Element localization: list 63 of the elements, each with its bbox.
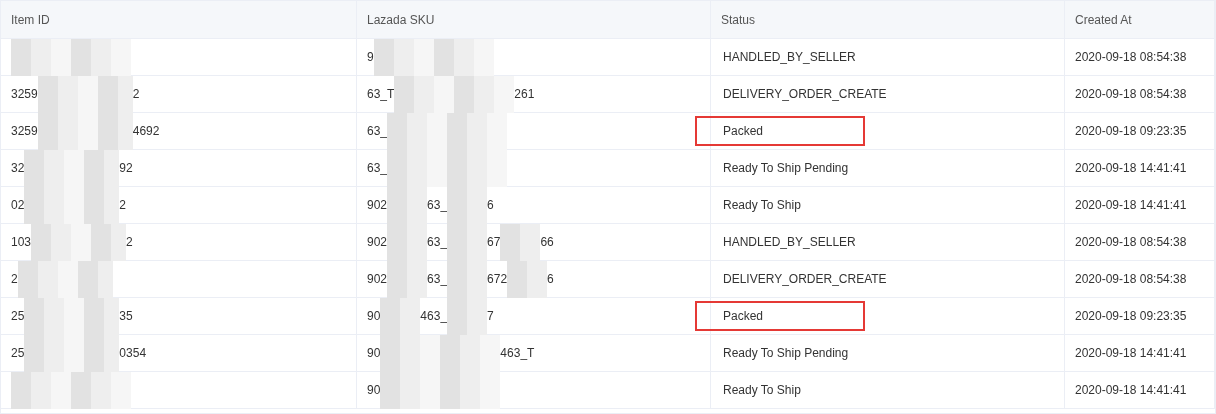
status-text: DELIVERY_ORDER_CREATE: [722, 271, 888, 288]
partial-text: 90: [367, 346, 381, 360]
status-text: Ready To Ship Pending: [722, 160, 850, 177]
partial-text: 463_T: [500, 346, 535, 360]
status-text: Ready To Ship: [722, 197, 802, 214]
partial-text: 3259: [11, 87, 38, 101]
partial-text: 672: [487, 272, 508, 286]
partial-text: 90: [367, 309, 381, 323]
column-header[interactable]: Status: [711, 1, 1065, 39]
date-text: 2020-09-18 14:41:41: [1075, 161, 1187, 175]
date-text: 2020-09-18 08:54:38: [1075, 50, 1187, 64]
date-text: 2020-09-18 08:54:38: [1075, 235, 1187, 249]
partial-text: 463_: [420, 309, 448, 323]
partial-text: 902: [367, 272, 388, 286]
partial-text: 2: [11, 272, 18, 286]
partial-text: 6: [487, 198, 494, 212]
partial-text: 3259: [11, 124, 38, 138]
partial-text: 9: [367, 50, 374, 64]
highlighted-status: Packed: [695, 301, 866, 331]
partial-text: 902: [367, 235, 388, 249]
partial-text: 0354: [119, 346, 147, 360]
column-header[interactable]: Lazada SKU: [357, 1, 711, 39]
status-text: HANDLED_BY_SELLER: [722, 234, 857, 251]
date-text: 2020-09-18 08:54:38: [1075, 87, 1187, 101]
partial-text: 02: [11, 198, 25, 212]
redaction-mask: [507, 260, 548, 298]
date-text: 2020-09-18 09:23:35: [1075, 124, 1187, 138]
column-header[interactable]: Created At: [1065, 1, 1215, 39]
partial-text: 103: [11, 235, 32, 249]
status-text: Ready To Ship Pending: [722, 345, 850, 362]
partial-text: 92: [119, 161, 133, 175]
partial-text: 7: [487, 309, 494, 323]
highlighted-status: Packed: [695, 116, 866, 146]
partial-text: 63_: [367, 124, 388, 138]
date-text: 2020-09-18 14:41:41: [1075, 198, 1187, 212]
partial-text: 2: [126, 235, 133, 249]
partial-text: 2: [119, 198, 127, 212]
status-text: DELIVERY_ORDER_CREATE: [722, 86, 888, 103]
status-text: Ready To Ship: [722, 382, 802, 399]
partial-text: 32: [11, 161, 25, 175]
partial-text: 6: [547, 272, 554, 286]
status-text: HANDLED_BY_SELLER: [722, 49, 857, 66]
partial-text: 66: [540, 235, 554, 249]
date-text: 2020-09-18 09:23:35: [1075, 309, 1187, 323]
partial-text: 67: [487, 235, 501, 249]
date-text: 2020-09-18 14:41:41: [1075, 383, 1187, 397]
redaction-mask: [500, 223, 541, 261]
partial-text: 4692: [132, 124, 160, 138]
partial-text: 902: [367, 198, 388, 212]
partial-text: 63_: [427, 198, 448, 212]
partial-text: 63_: [367, 161, 388, 175]
partial-text: 90: [367, 383, 381, 397]
date-text: 2020-09-18 14:41:41: [1075, 346, 1187, 360]
date-text: 2020-09-18 08:54:38: [1075, 272, 1187, 286]
partial-text: 25: [11, 309, 25, 323]
partial-text: 261: [514, 87, 535, 101]
partial-text: 25: [11, 346, 25, 360]
partial-text: 35: [119, 309, 133, 323]
partial-text: 63_: [427, 235, 448, 249]
partial-text: 63_: [427, 272, 448, 286]
partial-text: 63_T: [367, 87, 395, 101]
column-header[interactable]: Item ID: [1, 1, 357, 39]
partial-text: 2: [132, 87, 140, 101]
